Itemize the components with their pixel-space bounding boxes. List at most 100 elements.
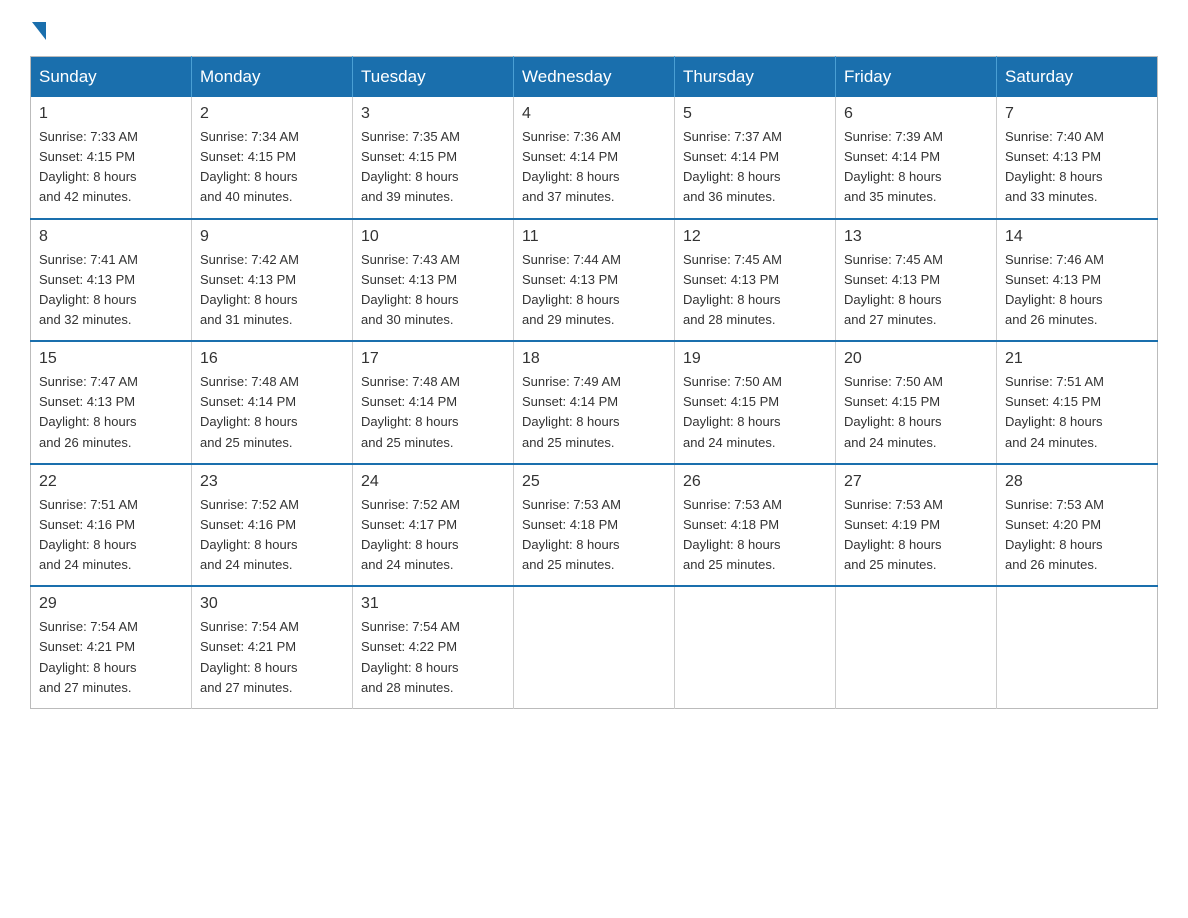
day-number: 20 <box>844 350 988 368</box>
day-number: 2 <box>200 105 344 123</box>
calendar-cell: 21 Sunrise: 7:51 AM Sunset: 4:15 PM Dayl… <box>997 341 1158 464</box>
day-info: Sunrise: 7:52 AM Sunset: 4:16 PM Dayligh… <box>200 495 344 576</box>
day-number: 1 <box>39 105 183 123</box>
day-number: 25 <box>522 473 666 491</box>
calendar-cell: 15 Sunrise: 7:47 AM Sunset: 4:13 PM Dayl… <box>31 341 192 464</box>
day-number: 8 <box>39 228 183 246</box>
day-number: 4 <box>522 105 666 123</box>
col-header-wednesday: Wednesday <box>514 57 675 98</box>
calendar-cell: 9 Sunrise: 7:42 AM Sunset: 4:13 PM Dayli… <box>192 219 353 342</box>
calendar-cell: 27 Sunrise: 7:53 AM Sunset: 4:19 PM Dayl… <box>836 464 997 587</box>
day-info: Sunrise: 7:33 AM Sunset: 4:15 PM Dayligh… <box>39 127 183 208</box>
day-info: Sunrise: 7:48 AM Sunset: 4:14 PM Dayligh… <box>361 372 505 453</box>
day-info: Sunrise: 7:54 AM Sunset: 4:22 PM Dayligh… <box>361 617 505 698</box>
calendar-cell: 19 Sunrise: 7:50 AM Sunset: 4:15 PM Dayl… <box>675 341 836 464</box>
calendar-cell: 24 Sunrise: 7:52 AM Sunset: 4:17 PM Dayl… <box>353 464 514 587</box>
day-number: 24 <box>361 473 505 491</box>
calendar-cell: 30 Sunrise: 7:54 AM Sunset: 4:21 PM Dayl… <box>192 586 353 708</box>
col-header-sunday: Sunday <box>31 57 192 98</box>
day-info: Sunrise: 7:39 AM Sunset: 4:14 PM Dayligh… <box>844 127 988 208</box>
calendar-cell: 12 Sunrise: 7:45 AM Sunset: 4:13 PM Dayl… <box>675 219 836 342</box>
day-info: Sunrise: 7:41 AM Sunset: 4:13 PM Dayligh… <box>39 250 183 331</box>
day-info: Sunrise: 7:44 AM Sunset: 4:13 PM Dayligh… <box>522 250 666 331</box>
calendar-cell: 11 Sunrise: 7:44 AM Sunset: 4:13 PM Dayl… <box>514 219 675 342</box>
day-number: 16 <box>200 350 344 368</box>
calendar-week-row: 15 Sunrise: 7:47 AM Sunset: 4:13 PM Dayl… <box>31 341 1158 464</box>
calendar-cell: 23 Sunrise: 7:52 AM Sunset: 4:16 PM Dayl… <box>192 464 353 587</box>
calendar-cell <box>675 586 836 708</box>
page-header <box>30 20 1158 38</box>
calendar-cell: 17 Sunrise: 7:48 AM Sunset: 4:14 PM Dayl… <box>353 341 514 464</box>
calendar-cell: 18 Sunrise: 7:49 AM Sunset: 4:14 PM Dayl… <box>514 341 675 464</box>
day-number: 3 <box>361 105 505 123</box>
day-info: Sunrise: 7:50 AM Sunset: 4:15 PM Dayligh… <box>844 372 988 453</box>
day-number: 31 <box>361 595 505 613</box>
day-info: Sunrise: 7:51 AM Sunset: 4:15 PM Dayligh… <box>1005 372 1149 453</box>
calendar-cell: 2 Sunrise: 7:34 AM Sunset: 4:15 PM Dayli… <box>192 97 353 219</box>
day-info: Sunrise: 7:54 AM Sunset: 4:21 PM Dayligh… <box>200 617 344 698</box>
calendar-cell: 1 Sunrise: 7:33 AM Sunset: 4:15 PM Dayli… <box>31 97 192 219</box>
day-info: Sunrise: 7:40 AM Sunset: 4:13 PM Dayligh… <box>1005 127 1149 208</box>
day-info: Sunrise: 7:52 AM Sunset: 4:17 PM Dayligh… <box>361 495 505 576</box>
calendar-cell: 22 Sunrise: 7:51 AM Sunset: 4:16 PM Dayl… <box>31 464 192 587</box>
day-number: 10 <box>361 228 505 246</box>
calendar-cell: 13 Sunrise: 7:45 AM Sunset: 4:13 PM Dayl… <box>836 219 997 342</box>
day-info: Sunrise: 7:50 AM Sunset: 4:15 PM Dayligh… <box>683 372 827 453</box>
calendar-header-row: SundayMondayTuesdayWednesdayThursdayFrid… <box>31 57 1158 98</box>
day-number: 14 <box>1005 228 1149 246</box>
calendar-cell: 7 Sunrise: 7:40 AM Sunset: 4:13 PM Dayli… <box>997 97 1158 219</box>
logo <box>30 20 48 38</box>
col-header-thursday: Thursday <box>675 57 836 98</box>
day-number: 9 <box>200 228 344 246</box>
day-number: 17 <box>361 350 505 368</box>
calendar-week-row: 29 Sunrise: 7:54 AM Sunset: 4:21 PM Dayl… <box>31 586 1158 708</box>
day-info: Sunrise: 7:46 AM Sunset: 4:13 PM Dayligh… <box>1005 250 1149 331</box>
day-number: 21 <box>1005 350 1149 368</box>
calendar-cell: 16 Sunrise: 7:48 AM Sunset: 4:14 PM Dayl… <box>192 341 353 464</box>
day-number: 26 <box>683 473 827 491</box>
calendar-cell <box>836 586 997 708</box>
calendar-week-row: 1 Sunrise: 7:33 AM Sunset: 4:15 PM Dayli… <box>31 97 1158 219</box>
day-info: Sunrise: 7:42 AM Sunset: 4:13 PM Dayligh… <box>200 250 344 331</box>
calendar-cell: 5 Sunrise: 7:37 AM Sunset: 4:14 PM Dayli… <box>675 97 836 219</box>
day-number: 18 <box>522 350 666 368</box>
day-number: 19 <box>683 350 827 368</box>
calendar-cell: 3 Sunrise: 7:35 AM Sunset: 4:15 PM Dayli… <box>353 97 514 219</box>
day-number: 30 <box>200 595 344 613</box>
day-number: 22 <box>39 473 183 491</box>
day-info: Sunrise: 7:53 AM Sunset: 4:19 PM Dayligh… <box>844 495 988 576</box>
calendar-cell: 25 Sunrise: 7:53 AM Sunset: 4:18 PM Dayl… <box>514 464 675 587</box>
day-info: Sunrise: 7:47 AM Sunset: 4:13 PM Dayligh… <box>39 372 183 453</box>
calendar-cell: 8 Sunrise: 7:41 AM Sunset: 4:13 PM Dayli… <box>31 219 192 342</box>
calendar-cell <box>514 586 675 708</box>
col-header-monday: Monday <box>192 57 353 98</box>
day-info: Sunrise: 7:34 AM Sunset: 4:15 PM Dayligh… <box>200 127 344 208</box>
day-info: Sunrise: 7:54 AM Sunset: 4:21 PM Dayligh… <box>39 617 183 698</box>
day-info: Sunrise: 7:49 AM Sunset: 4:14 PM Dayligh… <box>522 372 666 453</box>
calendar-week-row: 22 Sunrise: 7:51 AM Sunset: 4:16 PM Dayl… <box>31 464 1158 587</box>
calendar-cell: 29 Sunrise: 7:54 AM Sunset: 4:21 PM Dayl… <box>31 586 192 708</box>
logo-arrow-icon <box>32 22 46 40</box>
day-info: Sunrise: 7:45 AM Sunset: 4:13 PM Dayligh… <box>844 250 988 331</box>
calendar-cell: 14 Sunrise: 7:46 AM Sunset: 4:13 PM Dayl… <box>997 219 1158 342</box>
day-info: Sunrise: 7:53 AM Sunset: 4:20 PM Dayligh… <box>1005 495 1149 576</box>
logo-text <box>30 20 48 38</box>
day-number: 5 <box>683 105 827 123</box>
day-info: Sunrise: 7:53 AM Sunset: 4:18 PM Dayligh… <box>683 495 827 576</box>
day-number: 11 <box>522 228 666 246</box>
day-number: 12 <box>683 228 827 246</box>
day-number: 29 <box>39 595 183 613</box>
day-number: 6 <box>844 105 988 123</box>
calendar-cell: 31 Sunrise: 7:54 AM Sunset: 4:22 PM Dayl… <box>353 586 514 708</box>
calendar-cell: 10 Sunrise: 7:43 AM Sunset: 4:13 PM Dayl… <box>353 219 514 342</box>
col-header-tuesday: Tuesday <box>353 57 514 98</box>
day-number: 13 <box>844 228 988 246</box>
day-info: Sunrise: 7:43 AM Sunset: 4:13 PM Dayligh… <box>361 250 505 331</box>
day-info: Sunrise: 7:53 AM Sunset: 4:18 PM Dayligh… <box>522 495 666 576</box>
day-info: Sunrise: 7:37 AM Sunset: 4:14 PM Dayligh… <box>683 127 827 208</box>
calendar-cell: 4 Sunrise: 7:36 AM Sunset: 4:14 PM Dayli… <box>514 97 675 219</box>
day-info: Sunrise: 7:36 AM Sunset: 4:14 PM Dayligh… <box>522 127 666 208</box>
day-number: 28 <box>1005 473 1149 491</box>
calendar-cell: 28 Sunrise: 7:53 AM Sunset: 4:20 PM Dayl… <box>997 464 1158 587</box>
day-info: Sunrise: 7:48 AM Sunset: 4:14 PM Dayligh… <box>200 372 344 453</box>
